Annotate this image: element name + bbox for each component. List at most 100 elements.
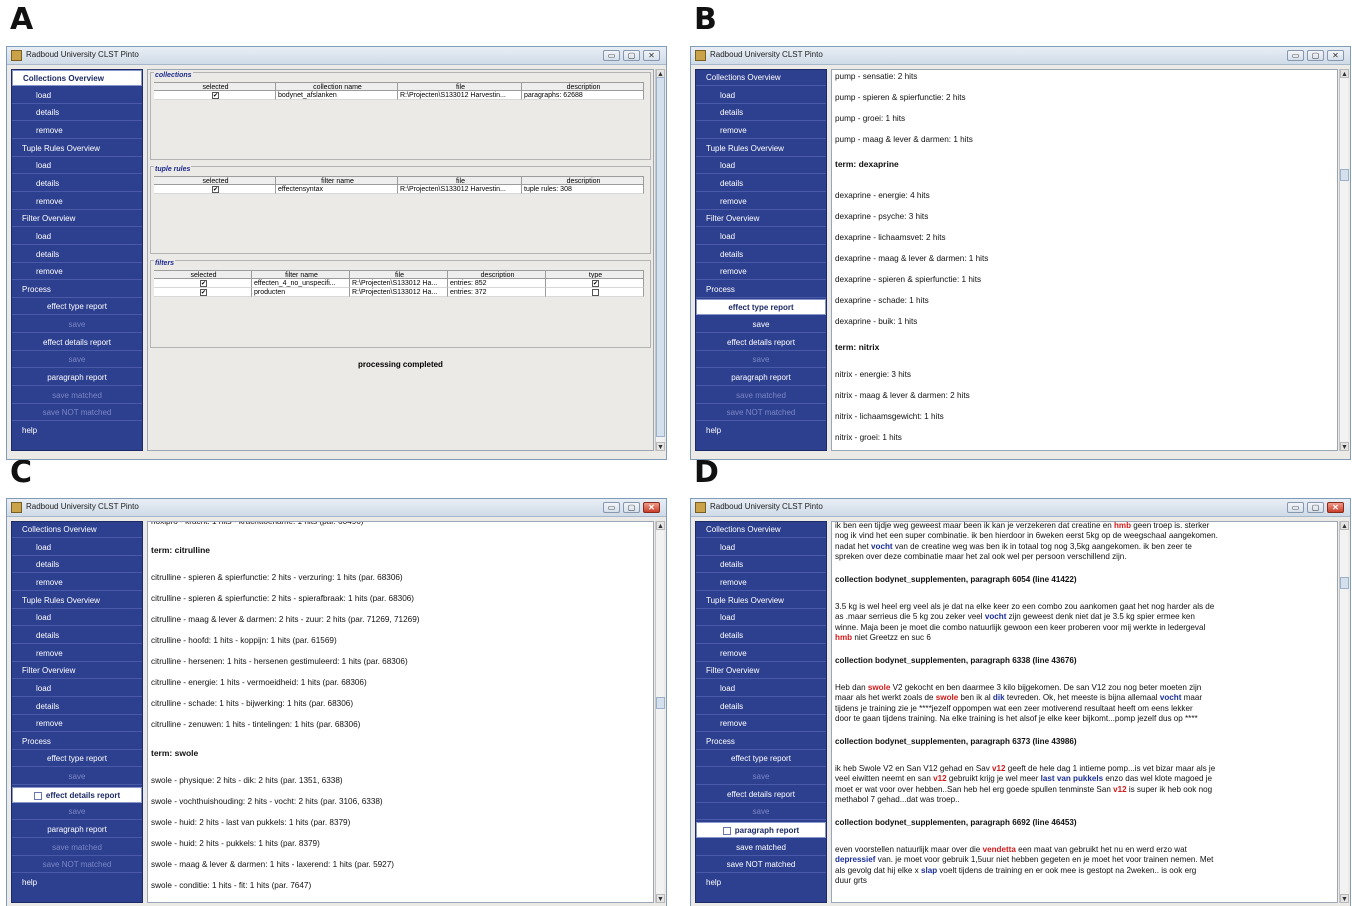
sidebar-item-collections-overview[interactable]: Collections Overview [12, 70, 142, 86]
vertical-scrollbar[interactable]: ▲ ▼ [1339, 521, 1349, 903]
scroll-down-arrow-icon[interactable]: ▼ [656, 894, 665, 903]
sidebar-item-load[interactable]: load [12, 229, 142, 245]
sidebar-item-details[interactable]: details [12, 628, 142, 644]
close-button[interactable]: ✕ [1327, 502, 1344, 513]
sidebar-item-remove[interactable]: remove [12, 123, 142, 139]
close-button[interactable]: ✕ [1327, 50, 1344, 61]
vertical-scrollbar[interactable]: ▲ ▼ [1339, 69, 1349, 451]
sidebar-item-remove[interactable]: remove [12, 264, 142, 281]
table-row[interactable]: ✔ bodynet_afslanken R:\Projecten\S133012 H… [154, 91, 647, 100]
maximize-button[interactable]: ▢ [623, 502, 640, 513]
sidebar-item-remove[interactable]: remove [696, 264, 826, 281]
scroll-up-arrow-icon[interactable]: ▲ [656, 521, 665, 530]
sidebar-item-details[interactable]: details [12, 557, 142, 574]
sidebar-item-remove[interactable]: remove [696, 716, 826, 733]
sidebar-item-load[interactable]: load [696, 681, 826, 697]
sidebar-item-effect-type-report[interactable]: effect type report [696, 299, 826, 316]
scroll-thumb[interactable] [1340, 169, 1349, 181]
sidebar-item-effect-details-report[interactable]: effect details report [696, 787, 826, 803]
scroll-thumb[interactable] [1340, 577, 1349, 589]
sidebar-item-filter-overview[interactable]: Filter Overview [12, 663, 142, 680]
scroll-down-arrow-icon[interactable]: ▼ [656, 442, 665, 451]
table-row[interactable]: ✔ producten R:\Projecten\S133012 Ha... entr… [154, 288, 647, 297]
scroll-thumb[interactable] [656, 77, 665, 437]
sidebar-item-help[interactable]: help [12, 423, 142, 439]
vertical-scrollbar[interactable]: ▲ ▼ [655, 521, 665, 903]
sidebar-item-details[interactable]: details [12, 176, 142, 192]
sidebar-item-collections-overview[interactable]: Collections Overview [696, 70, 826, 86]
sidebar-item-remove[interactable]: remove [696, 194, 826, 210]
sidebar-item-details[interactable]: details [696, 247, 826, 263]
sidebar-item-help[interactable]: help [12, 875, 142, 891]
close-button[interactable]: ✕ [643, 502, 660, 513]
sidebar-item-details[interactable]: details [12, 247, 142, 263]
sidebar-item-details[interactable]: details [696, 628, 826, 644]
maximize-button[interactable]: ▢ [1307, 502, 1324, 513]
minimize-button[interactable]: ▭ [603, 502, 620, 513]
sidebar-item-process[interactable]: Process [696, 282, 826, 298]
sidebar-item-load[interactable]: load [12, 158, 142, 175]
sidebar-item-effect-details-report[interactable]: effect details report [12, 786, 142, 803]
sidebar-item-help[interactable]: help [696, 423, 826, 439]
sidebar-item-details[interactable]: details [696, 105, 826, 122]
sidebar-item-tuple-rules-overview[interactable]: Tuple Rules Overview [12, 593, 142, 609]
sidebar-item-load[interactable]: load [696, 229, 826, 245]
sidebar-item-paragraph-report[interactable]: paragraph report [12, 822, 142, 839]
sidebar-item-effect-type-report[interactable]: effect type report [12, 299, 142, 316]
vertical-scrollbar[interactable]: ▲ ▼ [655, 69, 665, 451]
sidebar-item-load[interactable]: load [12, 88, 142, 104]
sidebar-item-save[interactable]: save [696, 317, 826, 334]
minimize-button[interactable]: ▭ [1287, 502, 1304, 513]
sidebar-item-tuple-rules-overview[interactable]: Tuple Rules Overview [696, 141, 826, 157]
sidebar-item-details[interactable]: details [696, 557, 826, 574]
sidebar-item-details[interactable]: details [696, 699, 826, 715]
sidebar-item-details[interactable]: details [696, 176, 826, 192]
sidebar-item-remove[interactable]: remove [12, 575, 142, 591]
sidebar-item-effect-details-report[interactable]: effect details report [12, 335, 142, 351]
checkbox[interactable] [592, 289, 599, 296]
sidebar-item-remove[interactable]: remove [696, 575, 826, 591]
sidebar-item-filter-overview[interactable]: Filter Overview [696, 211, 826, 228]
checkbox[interactable]: ✔ [212, 92, 219, 99]
sidebar-item-save-matched[interactable]: save matched [696, 840, 826, 856]
sidebar-item-remove[interactable]: remove [696, 123, 826, 139]
sidebar-item-process[interactable]: Process [12, 734, 142, 750]
sidebar-item-paragraph-report[interactable]: paragraph report [12, 370, 142, 387]
sidebar-item-remove[interactable]: remove [12, 194, 142, 210]
sidebar-item-load[interactable]: load [696, 88, 826, 104]
sidebar-item-paragraph-report[interactable]: paragraph report [696, 370, 826, 387]
sidebar-item-tuple-rules-overview[interactable]: Tuple Rules Overview [12, 141, 142, 157]
maximize-button[interactable]: ▢ [623, 50, 640, 61]
checkbox[interactable]: ✔ [592, 280, 599, 287]
sidebar-item-details[interactable]: details [12, 699, 142, 715]
sidebar-item-load[interactable]: load [696, 610, 826, 627]
sidebar-item-filter-overview[interactable]: Filter Overview [696, 663, 826, 680]
sidebar-item-save-not-matched[interactable]: save NOT matched [696, 857, 826, 874]
sidebar-item-remove[interactable]: remove [12, 646, 142, 662]
sidebar-item-process[interactable]: Process [696, 734, 826, 750]
close-button[interactable]: ✕ [643, 50, 660, 61]
minimize-button[interactable]: ▭ [603, 50, 620, 61]
sidebar-item-collections-overview[interactable]: Collections Overview [696, 522, 826, 538]
sidebar-item-load[interactable]: load [12, 540, 142, 556]
sidebar-item-tuple-rules-overview[interactable]: Tuple Rules Overview [696, 593, 826, 609]
checkbox[interactable]: ✔ [200, 289, 207, 296]
table-row[interactable]: ✔ effecten_4_no_unspecifi... R:\Projecten\… [154, 279, 647, 288]
sidebar-item-load[interactable]: load [696, 158, 826, 175]
sidebar-item-load[interactable]: load [12, 681, 142, 697]
sidebar-item-remove[interactable]: remove [12, 716, 142, 733]
sidebar-item-effect-type-report[interactable]: effect type report [696, 751, 826, 768]
scroll-up-arrow-icon[interactable]: ▲ [1340, 521, 1349, 530]
sidebar-item-filter-overview[interactable]: Filter Overview [12, 211, 142, 228]
sidebar-item-remove[interactable]: remove [696, 646, 826, 662]
checkbox[interactable]: ✔ [212, 186, 219, 193]
table-row[interactable]: ✔ effectensyntax R:\Projecten\S133012 Harv… [154, 185, 647, 194]
checkbox[interactable]: ✔ [200, 280, 207, 287]
maximize-button[interactable]: ▢ [1307, 50, 1324, 61]
sidebar-item-paragraph-report[interactable]: paragraph report [696, 822, 826, 839]
sidebar-item-details[interactable]: details [12, 105, 142, 122]
sidebar-item-process[interactable]: Process [12, 282, 142, 298]
sidebar-item-load[interactable]: load [696, 540, 826, 556]
minimize-button[interactable]: ▭ [1287, 50, 1304, 61]
sidebar-item-effect-type-report[interactable]: effect type report [12, 751, 142, 768]
